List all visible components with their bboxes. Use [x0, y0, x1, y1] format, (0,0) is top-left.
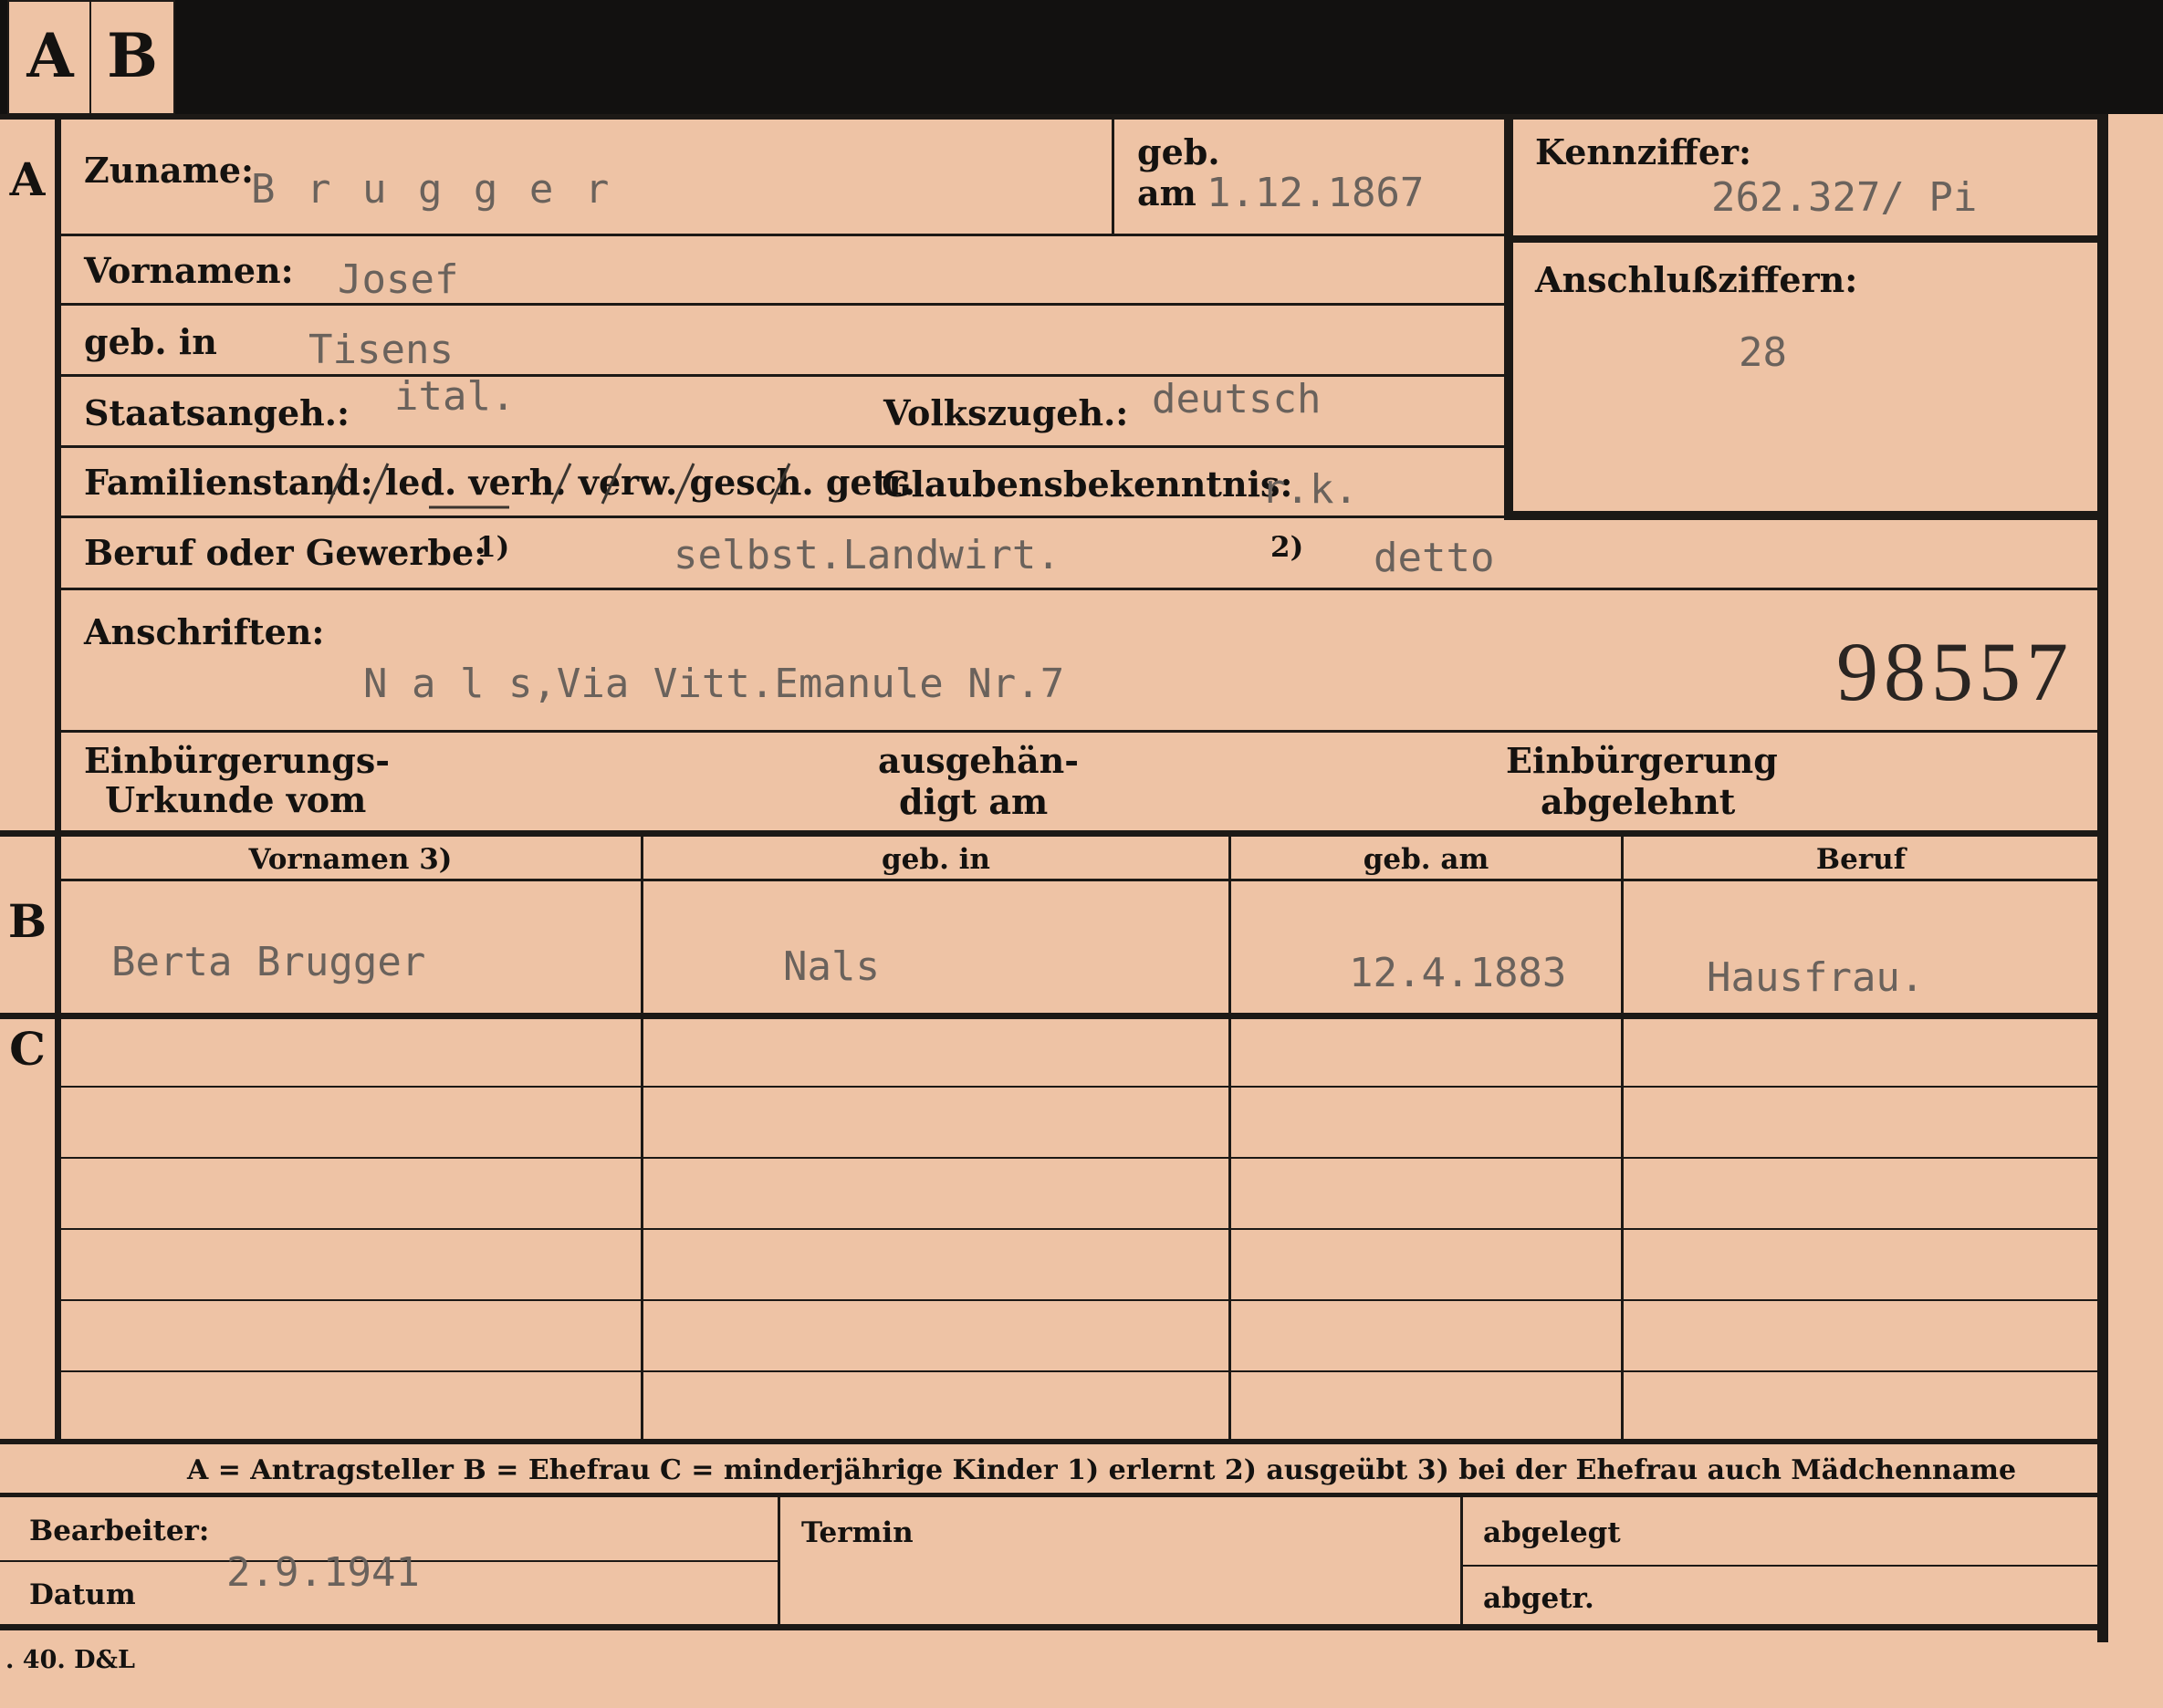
col-header-vornamen: Vornamen 3) [248, 843, 453, 876]
section-marker-c: C [9, 1022, 46, 1076]
surname-label: Zuname: [84, 150, 255, 191]
legend-bottom-rule [0, 1493, 2099, 1497]
beruf-note-2: 2) [1270, 531, 1304, 564]
abgetr-label: abgetr. [1483, 1582, 1594, 1615]
beruf-value-2: detto [1374, 535, 1495, 581]
kennziffer-label: Kennziffer: [1535, 131, 1752, 172]
ausgehaendigt-label-1: ausgehän- [878, 740, 1080, 781]
abgelegt-label: abgelegt [1483, 1516, 1621, 1549]
col-header-beruf: Beruf [1815, 843, 1907, 876]
legend: A = Antragsteller B = Ehefrau C = minder… [187, 1454, 2017, 1486]
beruf-label: Beruf oder Gewerbe: [84, 532, 487, 573]
anschriften-value: N a l s,Via Vitt.Emanule Nr.7 [363, 661, 1065, 707]
geb-in-value: Tisens [308, 327, 454, 373]
volkszugeh-label: Volkszugeh.: [883, 392, 1129, 433]
row-line [60, 303, 1506, 306]
vornamen-label: Vornamen: [84, 250, 294, 291]
kennziffer-box-divider [1506, 235, 2099, 243]
surname-value: B r u g g e r [251, 166, 613, 213]
born-label: geb. [1137, 131, 1220, 172]
header-rule [60, 879, 2099, 881]
row-line [60, 588, 2099, 590]
einb-urkunde-label-2: Urkunde vom [105, 779, 367, 820]
child-row-line [60, 1157, 2099, 1159]
born-divider [1112, 119, 1114, 235]
staatsangeh-value: ital. [394, 373, 516, 420]
spouse-birthplace: Nals [783, 943, 880, 990]
glaubens-label: Glaubensbekenntnis: [882, 463, 1293, 505]
einb-abgelehnt-label-1: Einbürgerung [1506, 740, 1778, 781]
section-marker-b: B [7, 894, 47, 948]
born-am-label: am [1137, 172, 1196, 214]
born-date-value: 1.12.1867 [1207, 170, 1425, 216]
row-line [60, 730, 2099, 733]
section-marker-a: A [9, 152, 46, 206]
section-divider-vertical [55, 114, 61, 1442]
datum-value: 2.9.1941 [226, 1549, 420, 1596]
beruf-note-1: 1) [476, 531, 510, 564]
anschluss-value: 28 [1739, 329, 1787, 376]
card-bottom-rule [0, 1624, 2108, 1630]
section-c-top-rule [0, 1013, 2099, 1019]
footer-divider [778, 1497, 780, 1625]
termin-label: Termin [801, 1516, 914, 1549]
tab-a: A [7, 0, 93, 115]
geb-in-label: geb. in [84, 321, 217, 362]
child-row-line [60, 1228, 2099, 1230]
vornamen-value: Josef [338, 256, 459, 303]
ausgehaendigt-label-2: digt am [899, 781, 1049, 822]
column-divider [641, 837, 643, 1439]
child-row-line [60, 1086, 2099, 1088]
tab-b: B [89, 0, 175, 115]
printer-mark: . 40. D&L [5, 1646, 135, 1674]
child-row-line [60, 1299, 2099, 1301]
row-line [60, 445, 1506, 448]
spouse-occupation: Hausfrau. [1707, 954, 1925, 1001]
einb-abgelehnt-label-2: abgelehnt [1541, 781, 1736, 822]
row-line [60, 516, 2099, 518]
legend-top-rule [0, 1439, 2099, 1444]
col-header-geb-am: geb. am [1363, 843, 1489, 876]
bearbeiter-label: Bearbeiter: [29, 1515, 210, 1547]
col-header-geb-in: geb. in [882, 843, 990, 876]
kennziffer-box-left [1504, 119, 1513, 520]
volkszugeh-value: deutsch [1152, 376, 1322, 422]
marital-status-strikes [327, 463, 791, 509]
kennziffer-value: 262.327/ Pi [1711, 174, 1978, 221]
beruf-value-1: selbst.Landwirt. [674, 532, 1061, 578]
section-b-top-rule [0, 830, 2099, 837]
card-number: 98557 [1836, 625, 2074, 718]
child-row-line [60, 1370, 2099, 1372]
column-divider [1228, 837, 1231, 1439]
einb-urkunde-label-1: Einbürgerungs- [84, 740, 391, 781]
row-line [60, 234, 1506, 236]
anschriften-label: Anschriften: [84, 611, 325, 652]
spouse-birthdate: 12.4.1883 [1349, 950, 1567, 996]
column-divider [1621, 837, 1624, 1439]
staatsangeh-label: Staatsangeh.: [84, 392, 350, 433]
top-rule [0, 114, 2108, 120]
anschluss-label: Anschlußziffern: [1535, 259, 1858, 300]
footer-divider [1460, 1497, 1463, 1625]
spouse-name: Berta Brugger [111, 939, 426, 985]
glaubens-value: r.k. [1261, 466, 1358, 513]
footer-row-line [1463, 1565, 2099, 1567]
datum-label: Datum [29, 1578, 136, 1611]
